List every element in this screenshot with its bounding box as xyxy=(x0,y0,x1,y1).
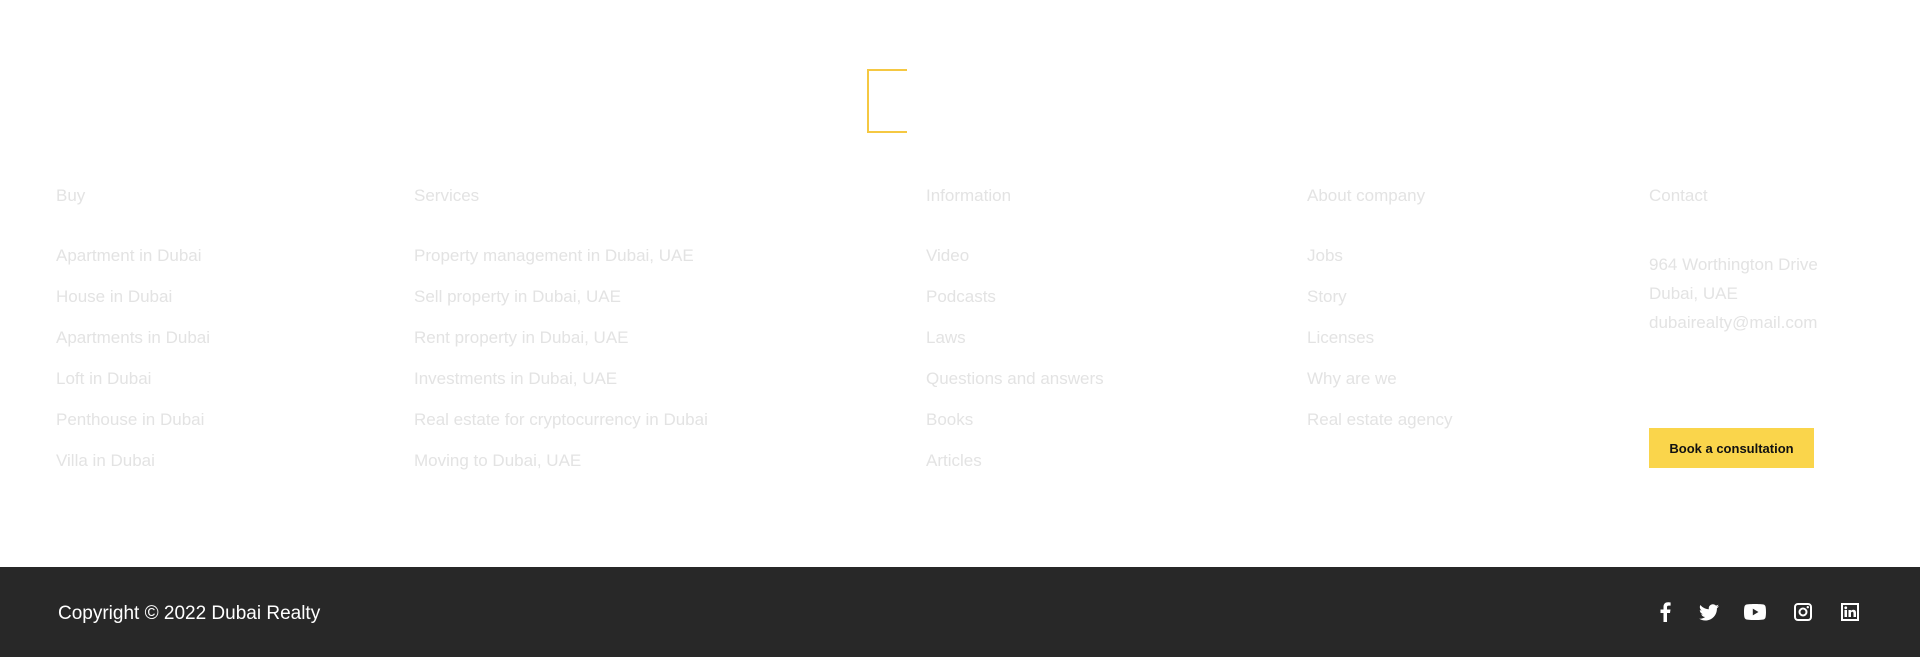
link-video[interactable]: Video xyxy=(926,246,1104,287)
buy-links: Apartment in Dubai House in Dubai Apartm… xyxy=(56,246,210,492)
link-why-are-we[interactable]: Why are we xyxy=(1307,369,1453,410)
link-sell-property[interactable]: Sell property in Dubai, UAE xyxy=(414,287,708,328)
information-links: Video Podcasts Laws Questions and answer… xyxy=(926,246,1104,492)
instagram-icon[interactable] xyxy=(1792,601,1814,623)
footer-bar: Copyright © 2022 Dubai Realty xyxy=(0,567,1920,657)
link-books[interactable]: Books xyxy=(926,410,1104,451)
linkedin-icon[interactable] xyxy=(1839,601,1861,623)
link-loft-in-dubai[interactable]: Loft in Dubai xyxy=(56,369,210,410)
link-licenses[interactable]: Licenses xyxy=(1307,328,1453,369)
facebook-icon[interactable] xyxy=(1654,601,1676,623)
link-villa-in-dubai[interactable]: Villa in Dubai xyxy=(56,451,210,492)
link-articles[interactable]: Articles xyxy=(926,451,1104,492)
link-story[interactable]: Story xyxy=(1307,287,1453,328)
address-line-1: 964 Worthington Drive xyxy=(1649,255,1818,274)
column-heading-buy: Buy xyxy=(56,186,86,205)
twitter-icon[interactable] xyxy=(1698,601,1720,623)
link-jobs[interactable]: Jobs xyxy=(1307,246,1453,287)
youtube-icon[interactable] xyxy=(1744,601,1766,623)
footer-column-about: About company Jobs Story Licenses Why ar… xyxy=(1307,185,1453,429)
link-property-management[interactable]: Property management in Dubai, UAE xyxy=(414,246,708,287)
contact-email-link[interactable]: dubairealty@mail.com xyxy=(1649,313,1817,333)
footer-column-services: Services Property management in Dubai, U… xyxy=(414,185,708,470)
logo-bracket-icon xyxy=(867,69,907,133)
link-penthouse-in-dubai[interactable]: Penthouse in Dubai xyxy=(56,410,210,451)
column-heading-contact: Contact xyxy=(1649,186,1708,205)
link-questions-and-answers[interactable]: Questions and answers xyxy=(926,369,1104,410)
column-heading-information: Information xyxy=(926,186,1012,205)
footer-column-contact: Contact 964 Worthington Drive Dubai, UAE… xyxy=(1649,185,1818,332)
footer-column-information: Information Video Podcasts Laws Question… xyxy=(926,185,1104,470)
link-moving-to-dubai[interactable]: Moving to Dubai, UAE xyxy=(414,451,708,492)
link-investments[interactable]: Investments in Dubai, UAE xyxy=(414,369,708,410)
link-apartment-in-dubai[interactable]: Apartment in Dubai xyxy=(56,246,210,287)
book-consultation-button[interactable]: Book a consultation xyxy=(1649,428,1814,468)
column-heading-services: Services xyxy=(414,186,480,205)
link-laws[interactable]: Laws xyxy=(926,328,1104,369)
link-rent-property[interactable]: Rent property in Dubai, UAE xyxy=(414,328,708,369)
copyright-text: Copyright © 2022 Dubai Realty xyxy=(58,603,321,624)
footer-column-buy: Buy Apartment in Dubai House in Dubai Ap… xyxy=(56,185,210,470)
contact-address: 964 Worthington Drive Dubai, UAE xyxy=(1649,250,1818,308)
link-real-estate-crypto[interactable]: Real estate for cryptocurrency in Dubai xyxy=(414,410,708,451)
address-line-2: Dubai, UAE xyxy=(1649,284,1738,303)
link-real-estate-agency[interactable]: Real estate agency xyxy=(1307,410,1453,451)
link-apartments-in-dubai[interactable]: Apartments in Dubai xyxy=(56,328,210,369)
about-links: Jobs Story Licenses Why are we Real esta… xyxy=(1307,246,1453,451)
column-heading-about: About company xyxy=(1307,186,1426,205)
link-podcasts[interactable]: Podcasts xyxy=(926,287,1104,328)
services-links: Property management in Dubai, UAE Sell p… xyxy=(414,246,708,492)
link-house-in-dubai[interactable]: House in Dubai xyxy=(56,287,210,328)
